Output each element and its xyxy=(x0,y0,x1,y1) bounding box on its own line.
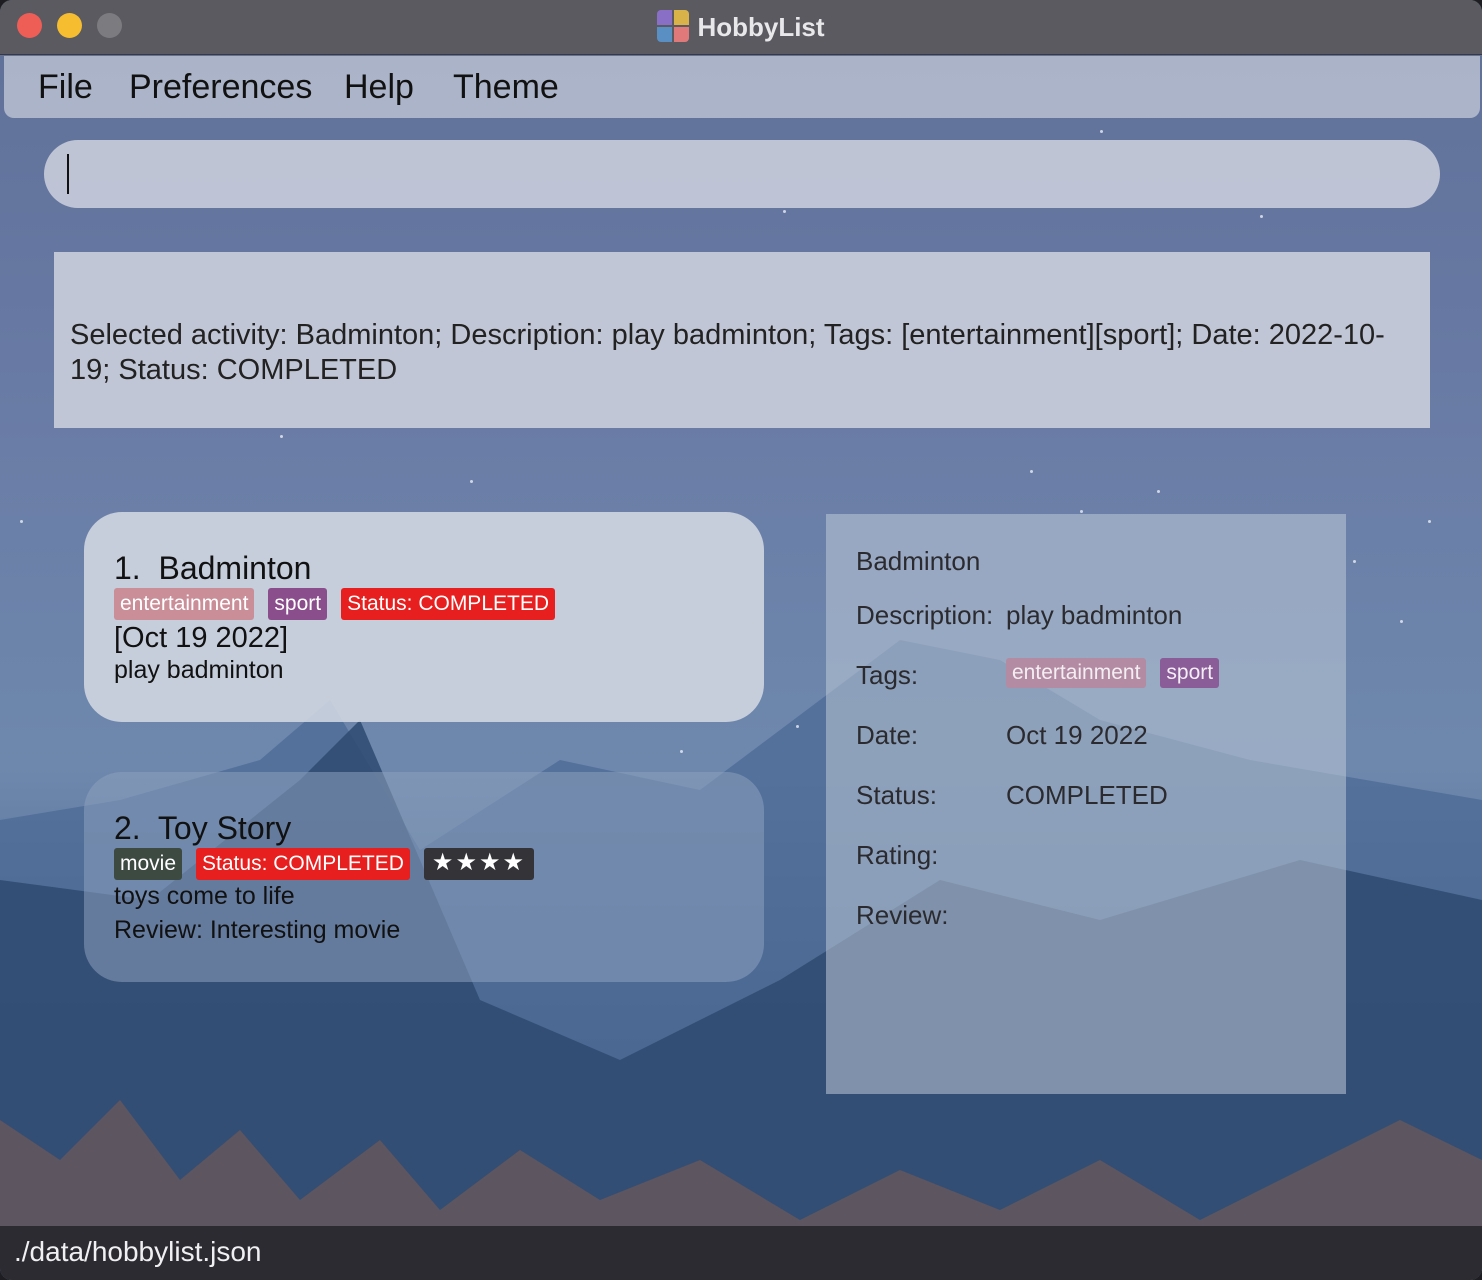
app-logo-icon xyxy=(657,10,690,42)
tag-sport: sport xyxy=(268,588,328,620)
activity-index: 2. xyxy=(114,810,141,846)
activity-card-2[interactable]: 2. Toy Story movie Status: COMPLETED ★★★… xyxy=(84,772,764,982)
status-badge: Status: COMPLETED xyxy=(341,588,555,620)
detail-date-value: Oct 19 2022 xyxy=(1006,720,1148,750)
tag-entertainment: entertainment xyxy=(1006,658,1147,688)
detail-name: Badminton xyxy=(856,546,981,576)
detail-rating-label: Rating: xyxy=(856,840,939,870)
data-file-path: ./data/hobbylist.json xyxy=(14,1236,262,1267)
menu-help[interactable]: Help xyxy=(344,68,414,107)
detail-panel: Badminton Description: play badminton Ta… xyxy=(826,514,1346,1094)
activity-name: Toy Story xyxy=(157,810,292,846)
result-display: Selected activity: Badminton; Descriptio… xyxy=(54,252,1430,428)
result-text: Selected activity: Badminton; Descriptio… xyxy=(70,319,1385,386)
command-input[interactable] xyxy=(44,140,1440,208)
text-caret xyxy=(67,154,69,194)
rating-stars-icon: ★★★★ xyxy=(423,848,534,880)
detail-date-label: Date: xyxy=(856,720,919,750)
tag-entertainment: entertainment xyxy=(114,588,255,620)
detail-status-value: COMPLETED xyxy=(1006,780,1168,810)
detail-tags: entertainment sport xyxy=(1006,658,1220,688)
activity-review: Review: Interesting movie xyxy=(114,916,401,944)
activity-title: 1. Badminton xyxy=(114,550,311,587)
activity-description: play badminton xyxy=(114,656,284,684)
detail-tags-label: Tags: xyxy=(856,660,919,690)
detail-review-label: Review: xyxy=(856,900,949,930)
menu-bar: File Preferences Help Theme xyxy=(4,56,1480,118)
tag-movie: movie xyxy=(114,848,183,880)
activity-card-1[interactable]: 1. Badminton entertainment sport Status:… xyxy=(84,512,764,722)
activity-tags: entertainment sport Status: COMPLETED xyxy=(114,588,555,620)
detail-status-label: Status: xyxy=(856,780,937,810)
status-bar: ./data/hobbylist.json xyxy=(0,1226,1482,1280)
window-title: HobbyList xyxy=(0,10,1482,43)
status-badge: Status: COMPLETED xyxy=(196,848,410,880)
menu-file[interactable]: File xyxy=(38,68,93,107)
menu-theme[interactable]: Theme xyxy=(453,68,559,107)
activity-name: Badminton xyxy=(158,550,312,586)
activity-date: [Oct 19 2022] xyxy=(114,622,289,654)
activity-title: 2. Toy Story xyxy=(114,810,291,847)
tag-sport: sport xyxy=(1160,658,1220,688)
activity-index: 1. xyxy=(114,550,141,586)
activity-tags: movie Status: COMPLETED ★★★★ xyxy=(114,848,534,880)
activity-description: toys come to life xyxy=(114,882,295,910)
app-window: HobbyList File Preferences Help Theme Se… xyxy=(0,0,1482,1280)
window-title-text: HobbyList xyxy=(697,12,825,42)
detail-description-label: Description: xyxy=(856,600,994,630)
menu-preferences[interactable]: Preferences xyxy=(129,68,312,107)
title-bar[interactable]: HobbyList xyxy=(0,0,1482,55)
detail-description-value: play badminton xyxy=(1006,600,1183,630)
